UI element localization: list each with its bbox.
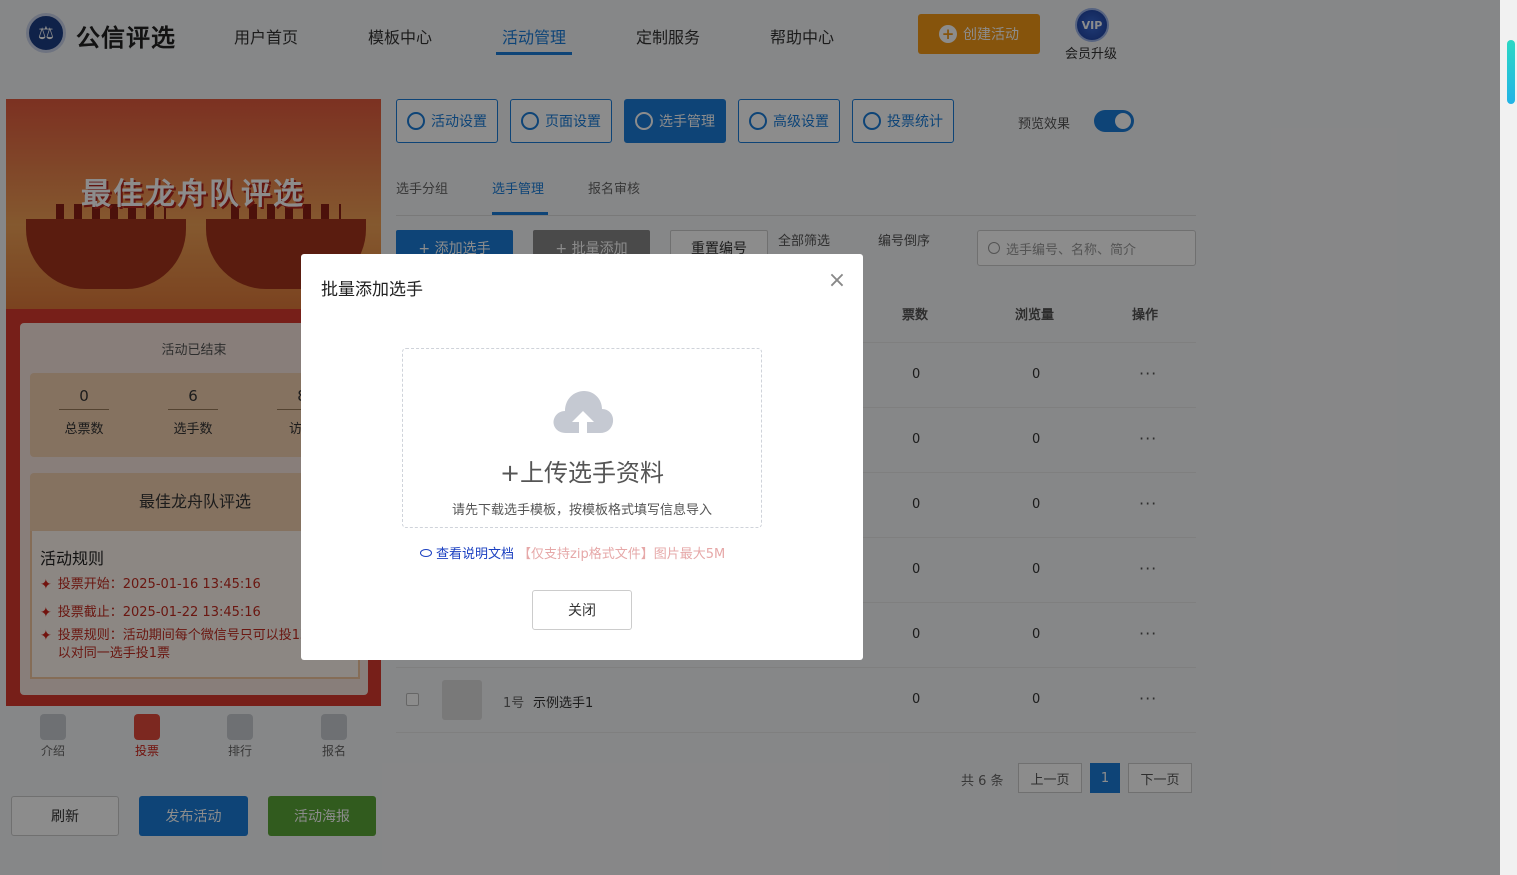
upload-title: +上传选手资料 [499,459,665,487]
scrollbar-track[interactable] [1500,0,1517,875]
file-format-note: 【仅支持zip格式文件】图片最大5M [518,547,726,562]
upload-hint: 请先下载选手模板，按模板格式填写信息导入 [451,503,712,518]
close-button[interactable]: 关闭 [532,590,632,630]
close-icon[interactable]: × [825,268,849,293]
cloud-upload-icon [553,391,614,433]
scrollbar-thumb[interactable] [1507,40,1515,104]
batch-add-modal: 批量添加选手 × +上传选手资料 请先下载选手模板，按模板格式填写信息导入 查看… [301,254,863,660]
eye-icon [420,548,432,557]
doc-link-label: 查看说明文档 [436,547,515,562]
upload-dropzone[interactable]: +上传选手资料 请先下载选手模板，按模板格式填写信息导入 [402,348,762,528]
modal-title: 批量添加选手 [321,280,423,300]
doc-line: 查看说明文档 【仅支持zip格式文件】图片最大5M [420,543,725,562]
view-doc-link[interactable]: 查看说明文档 [420,543,514,562]
